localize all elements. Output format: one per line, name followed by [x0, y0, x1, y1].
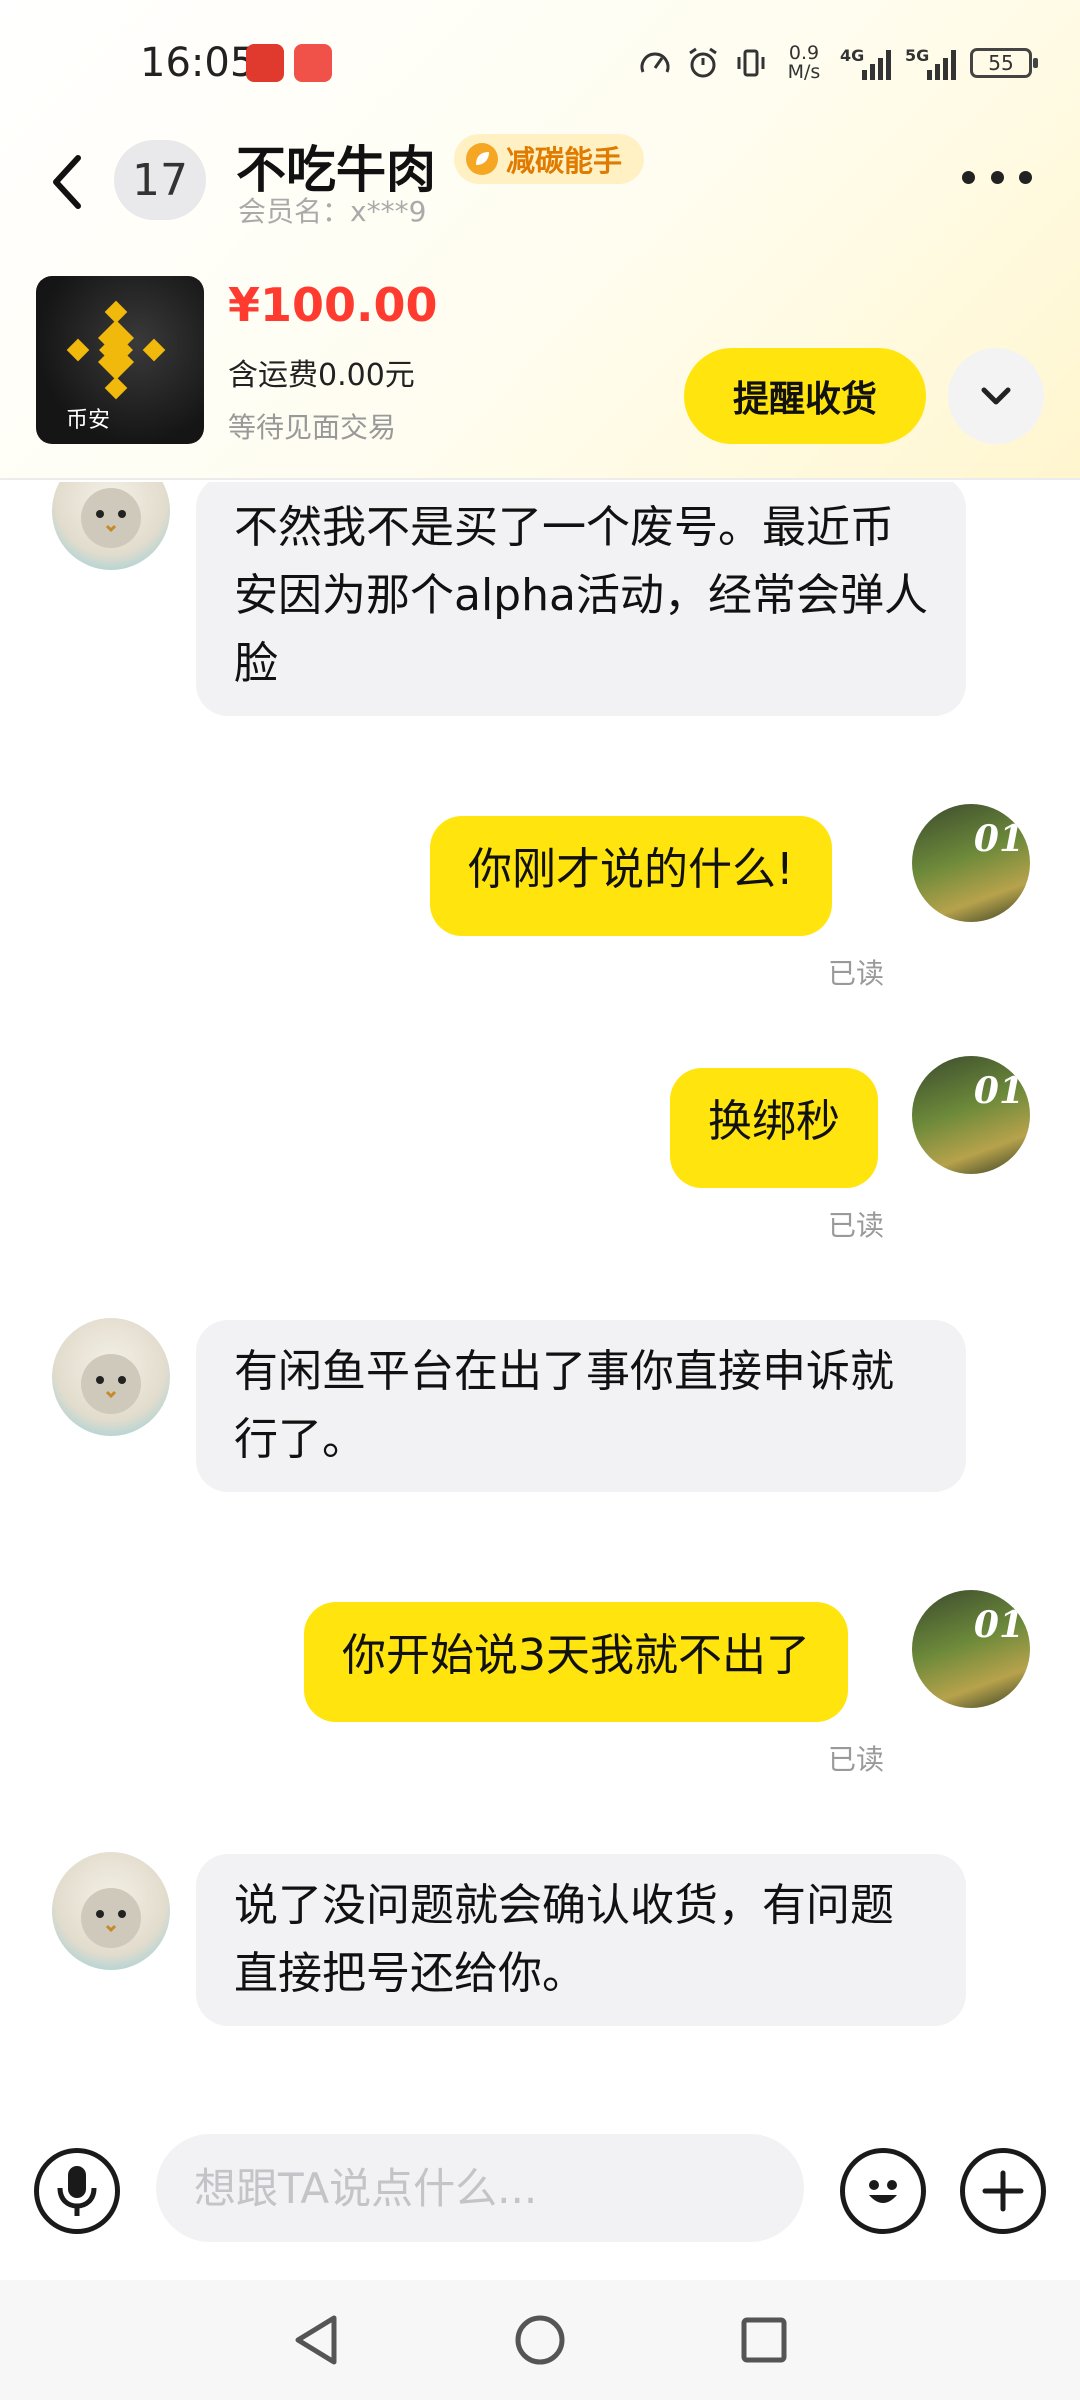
my-avatar[interactable]: 01 [912, 804, 1030, 922]
read-receipt: 已读 [828, 1743, 885, 1776]
message-text: 有闲鱼平台在出了事你直接申诉就行了。 [234, 1346, 894, 1465]
nav-back-icon[interactable] [290, 2312, 342, 2368]
carbon-badge[interactable]: 减碳能手 [454, 134, 645, 184]
expand-button[interactable] [948, 348, 1044, 444]
battery-icon: 55 [970, 48, 1038, 78]
message-bubble-outgoing[interactable]: 你刚才说的什么! [430, 816, 832, 936]
message-text: 换绑秒 [708, 1096, 840, 1147]
nav-home-icon[interactable] [512, 2312, 568, 2368]
plus-icon [982, 2170, 1024, 2212]
add-button[interactable] [960, 2148, 1046, 2234]
product-thumbnail[interactable]: 币安 [36, 276, 204, 444]
order-status: 等待见面交易 [228, 411, 397, 444]
message-input[interactable] [156, 2134, 804, 2242]
voice-button[interactable] [34, 2148, 120, 2234]
system-navigation-bar [0, 2280, 1080, 2400]
microphone-icon [57, 2166, 97, 2216]
network-speed: 0.9 M/s [787, 42, 821, 83]
signal-icon: 5G [905, 46, 956, 80]
message-bubble-outgoing[interactable]: 你开始说3天我就不出了 [304, 1602, 848, 1722]
message-bubble-incoming[interactable]: 说了没问题就会确认收货，有问题直接把号还给你。 [196, 1854, 966, 2026]
chevron-down-icon [981, 387, 1011, 405]
cat-avatar-icon [81, 488, 141, 548]
member-name: 会员名：x***9 [238, 195, 427, 228]
contact-avatar[interactable] [52, 1318, 170, 1436]
my-avatar[interactable]: 01 [912, 1590, 1030, 1708]
message-text: 说了没问题就会确认收货，有问题直接把号还给你。 [234, 1880, 894, 1999]
nav-recents-icon[interactable] [738, 2314, 790, 2366]
status-bar: 16:05 0.9 M/s 4G 5G 55 [0, 0, 1080, 130]
vibrate-icon [737, 49, 765, 77]
message-bubble-outgoing[interactable]: 换绑秒 [670, 1068, 878, 1188]
notification-app-icon [246, 44, 284, 82]
cat-avatar-icon [81, 1354, 141, 1414]
back-button[interactable] [48, 142, 108, 222]
thumbnail-label: 币安 [66, 408, 111, 433]
emoji-button[interactable] [840, 2148, 926, 2234]
message-text: 不然我不是买了一个废号。最近币安因为那个alpha活动，经常会弹人脸 [234, 502, 928, 689]
more-options-button[interactable] [962, 160, 1032, 194]
leaf-icon [466, 143, 498, 175]
alarm-icon [689, 47, 717, 78]
product-price: ¥100.00 [228, 278, 438, 332]
status-time: 16:05 [140, 40, 256, 86]
read-receipt: 已读 [828, 957, 885, 990]
cat-avatar-icon [81, 1888, 141, 1948]
product-card[interactable]: 币安 ¥100.00 含运费0.00元 等待见面交易 提醒收货 [0, 270, 1080, 480]
speedometer-icon [640, 52, 670, 73]
unread-count-badge[interactable]: 17 [114, 140, 206, 220]
signal-icon: 4G [840, 46, 891, 80]
system-icons: 0.9 M/s 4G 5G 55 [638, 40, 1038, 86]
more-dots-icon [962, 170, 975, 184]
contact-avatar[interactable] [52, 1852, 170, 1970]
read-receipt: 已读 [828, 1209, 885, 1242]
message-bubble-incoming[interactable]: 不然我不是买了一个废号。最近币安因为那个alpha活动，经常会弹人脸 [196, 482, 966, 716]
chat-header: 17 不吃牛肉 减碳能手 会员名：x***9 [0, 130, 1080, 260]
my-avatar[interactable]: 01 [912, 1056, 1030, 1174]
shipping-fee: 含运费0.00元 [228, 358, 415, 393]
message-list[interactable]: 不然我不是买了一个废号。最近币安因为那个alpha活动，经常会弹人脸 你刚才说的… [0, 482, 1080, 2122]
notification-app-icon [294, 44, 332, 82]
message-text: 你刚才说的什么! [468, 844, 794, 895]
contact-avatar[interactable] [52, 482, 170, 570]
binance-logo-icon [66, 300, 166, 400]
remind-receipt-button[interactable]: 提醒收货 [684, 348, 926, 444]
emoji-icon [869, 2180, 897, 2203]
message-text: 你开始说3天我就不出了 [342, 1630, 810, 1681]
input-bar [0, 2120, 1080, 2280]
chevron-left-icon [53, 155, 81, 209]
message-bubble-incoming[interactable]: 有闲鱼平台在出了事你直接申诉就行了。 [196, 1320, 966, 1492]
